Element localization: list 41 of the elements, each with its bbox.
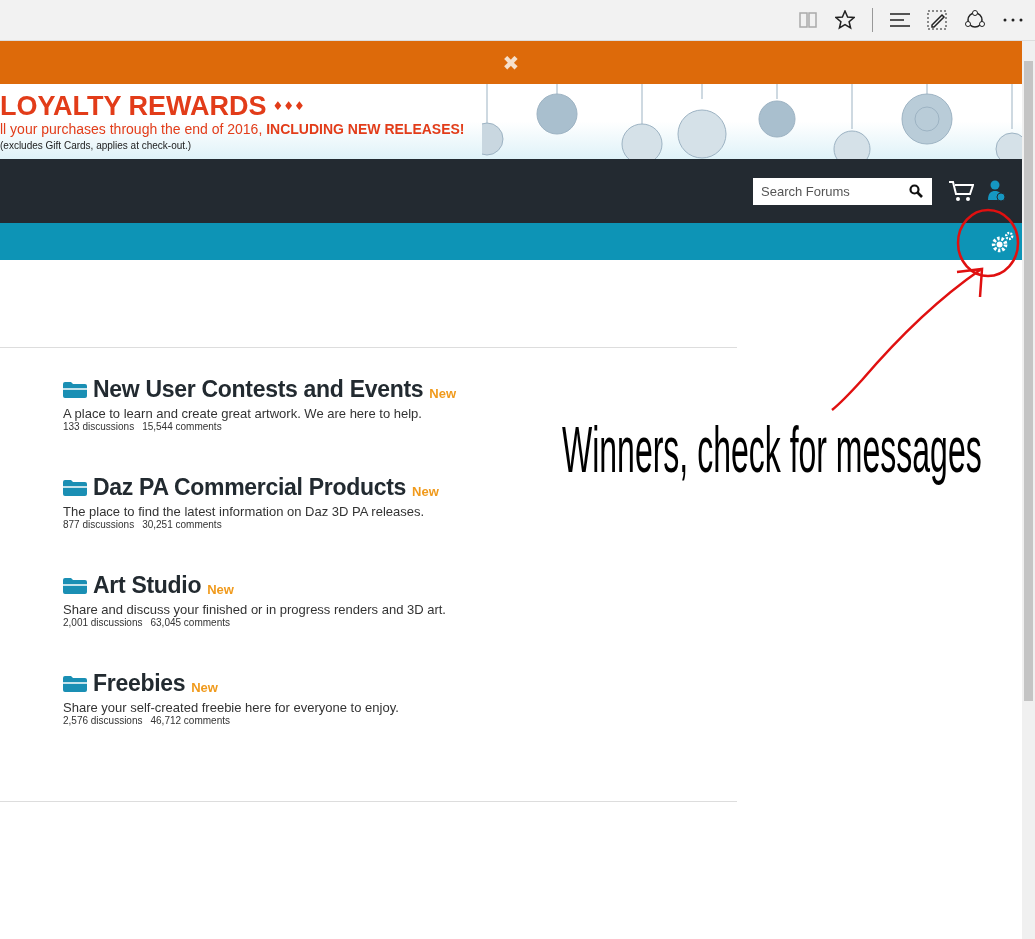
note-icon[interactable]: [927, 10, 947, 30]
new-label: New: [412, 484, 439, 499]
category-link[interactable]: New User Contests and Events: [93, 376, 424, 403]
comment-count: 63,045 comments: [150, 617, 230, 628]
category-link[interactable]: Daz PA Commercial Products: [93, 474, 406, 501]
comment-count: 46,712 comments: [150, 715, 230, 726]
banner-text: ll your purchases through the end of 2016, INCLUDING NEW RELEASES!: [0, 121, 465, 137]
more-icon[interactable]: [1003, 18, 1023, 22]
discussion-count: 2,576 discussions: [63, 715, 143, 726]
scroll-thumb[interactable]: [1024, 61, 1033, 701]
banner-headline: LOYALTY REWARDS: [0, 91, 267, 121]
category-description: Share your self-created freebie here for everyone to enjoy.: [63, 700, 400, 715]
hub-icon[interactable]: [890, 13, 910, 27]
comment-count: 15,544 comments: [142, 421, 222, 432]
new-label: New: [207, 582, 234, 597]
search-field[interactable]: Search Forums: [753, 177, 932, 205]
share-icon[interactable]: [964, 10, 986, 30]
folder-icon: [63, 479, 87, 496]
folder-icon: [63, 381, 87, 398]
category-link[interactable]: Freebies: [93, 670, 186, 697]
cart-icon[interactable]: [948, 180, 974, 202]
discussion-count: 877 discussions: [63, 519, 135, 530]
comment-count: 30,251 comments: [142, 519, 222, 530]
discussion-count: 2,001 discussions: [63, 617, 143, 628]
handwritten-note: Winners, check for messages: [562, 413, 982, 488]
banner-note: (excludes Gift Cards, applies at check-out.): [0, 140, 193, 151]
new-label: New: [191, 680, 218, 695]
discussion-count: 133 discussions: [63, 421, 135, 432]
new-label: New: [429, 386, 457, 401]
user-icon[interactable]: [988, 180, 1006, 202]
category-link[interactable]: Art Studio: [93, 572, 202, 599]
star-icon[interactable]: [835, 10, 855, 30]
folder-icon: [63, 577, 87, 594]
search-icon[interactable]: [909, 183, 923, 198]
scrollbar[interactable]: [1022, 41, 1035, 939]
folder-icon: [63, 675, 87, 692]
diamond-icon: ♦♦♦: [272, 99, 305, 113]
category-description: The place to find the latest information on Daz 3D PA releases.: [63, 504, 426, 519]
category-description: A place to learn and create great artwork. We are here to help.: [63, 406, 423, 421]
category-description: Share and discuss your finished or in progress renders and 3D art.: [63, 602, 447, 617]
gears-icon[interactable]: [990, 230, 1014, 253]
